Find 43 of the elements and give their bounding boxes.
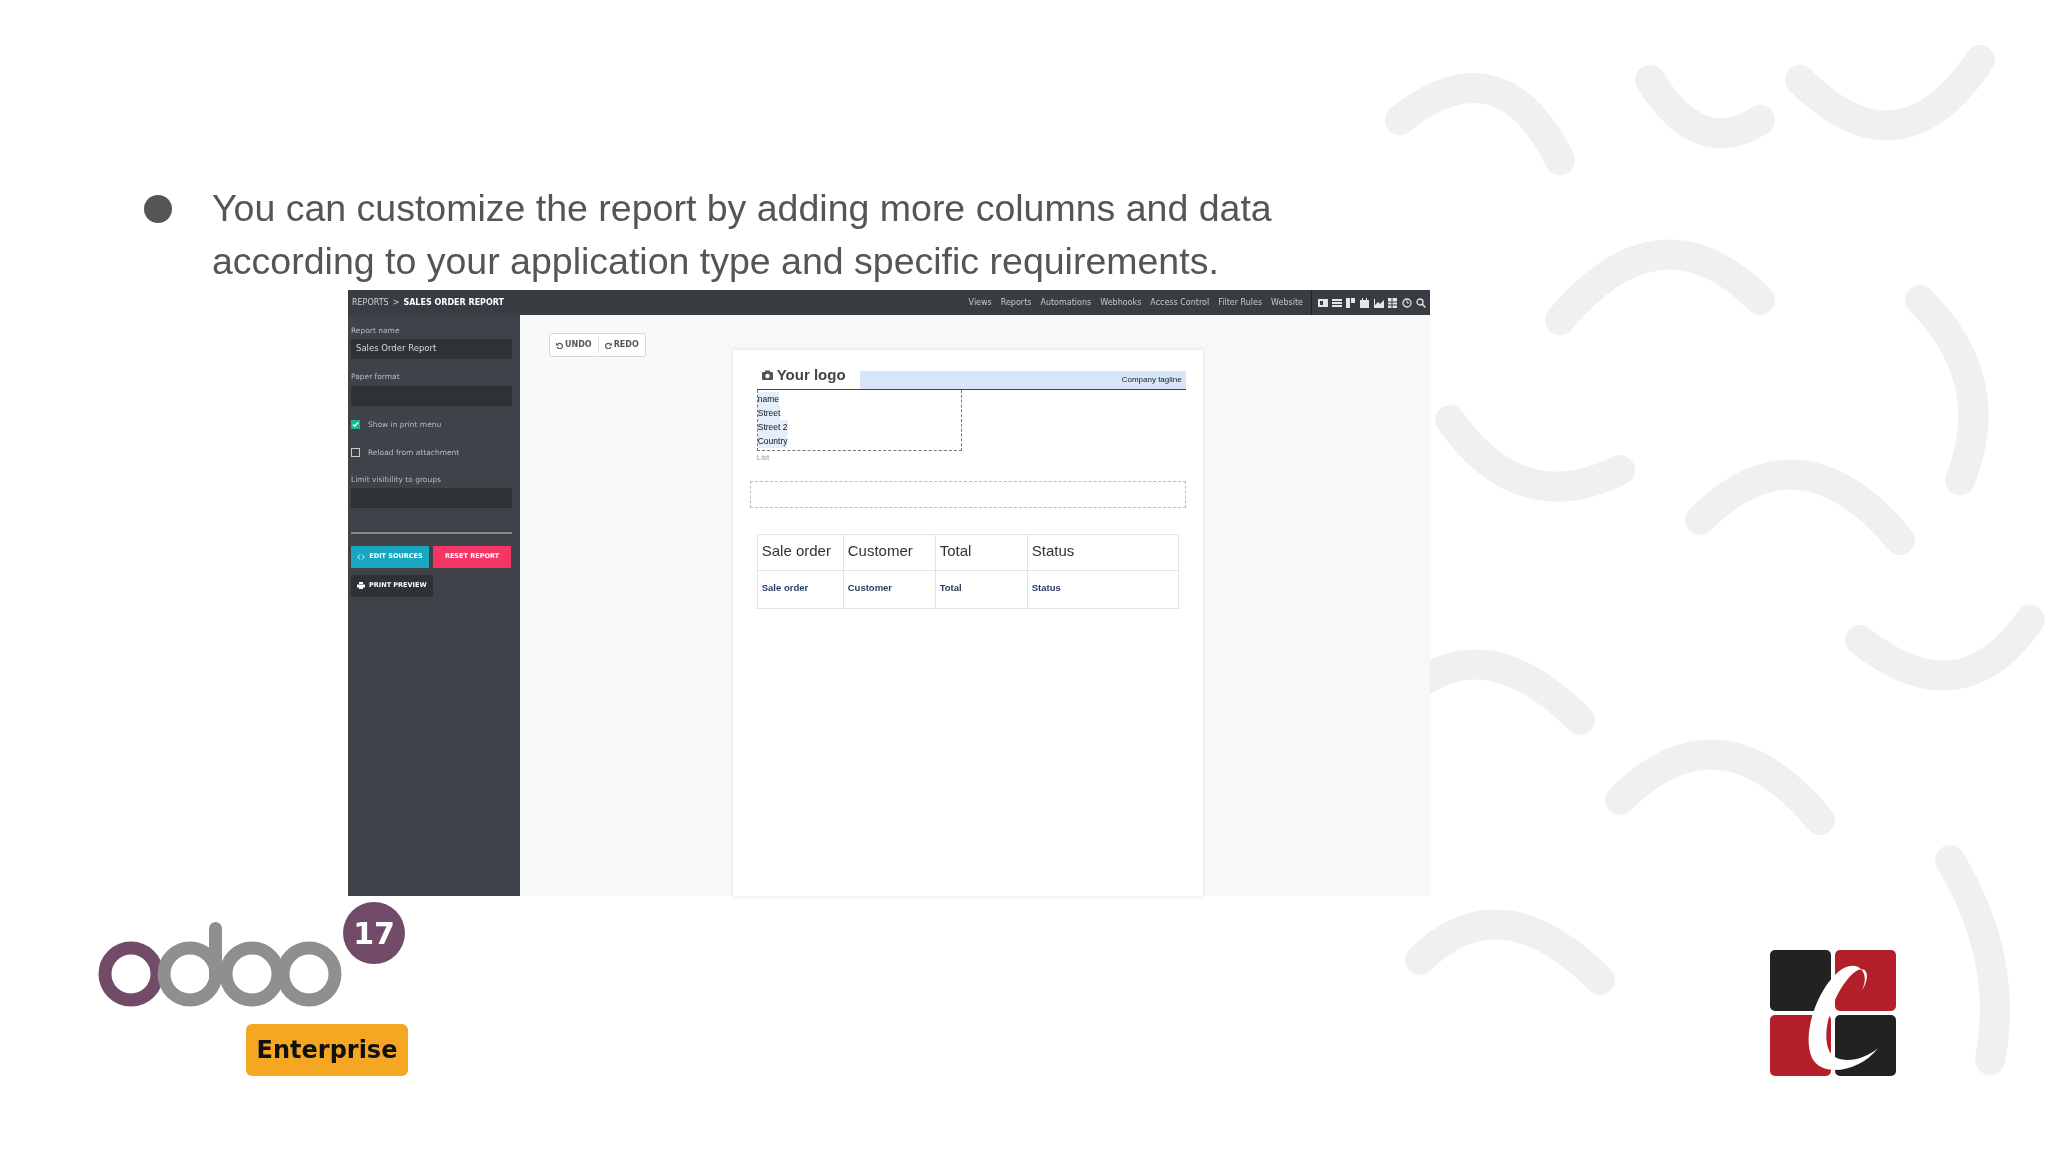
- menu-item[interactable]: Webhooks: [1100, 296, 1142, 309]
- redo-button[interactable]: REDO: [597, 337, 645, 353]
- edition-badge: Enterprise: [246, 1024, 408, 1076]
- table-cell: Total: [935, 570, 1028, 608]
- clock-icon[interactable]: [1402, 297, 1412, 308]
- menu-item[interactable]: Filter Rules: [1218, 296, 1263, 309]
- checkbox[interactable]: [351, 420, 360, 429]
- version-badge: 17: [343, 902, 405, 964]
- list-icon[interactable]: [1332, 297, 1342, 308]
- table-cell: Sale order: [757, 570, 844, 608]
- code-icon: [357, 553, 366, 560]
- company-tagline: Company tagline: [859, 370, 1186, 389]
- bullet-text: You can customize the report by adding more columns and data according to your application type and specific requirements.: [212, 186, 1273, 284]
- menu-item[interactable]: Website: [1271, 296, 1303, 309]
- search-icon[interactable]: [1416, 297, 1426, 308]
- undo-button[interactable]: UNDO: [550, 337, 598, 353]
- breadcrumb-current: SALES ORDER REPORT: [403, 296, 504, 309]
- printer-icon: [357, 582, 365, 590]
- column-header: Sale order: [757, 534, 844, 570]
- menu-item[interactable]: Access Control: [1150, 296, 1210, 309]
- menu-item[interactable]: Views: [968, 296, 992, 309]
- menu-item[interactable]: Reports: [1000, 296, 1032, 309]
- column-header: Status: [1027, 534, 1179, 570]
- breadcrumb-separator: >: [392, 296, 400, 309]
- chart-icon[interactable]: [1374, 297, 1384, 308]
- column-header: Customer: [843, 534, 936, 570]
- undo-icon: [556, 341, 563, 349]
- table-icon[interactable]: [1388, 297, 1398, 308]
- bullet-dot: [144, 195, 172, 223]
- kanban-icon[interactable]: [1346, 297, 1356, 308]
- logo-placeholder[interactable]: Your logo: [756, 364, 860, 389]
- column-header: Total: [935, 534, 1028, 570]
- table-cell: Status: [1027, 570, 1179, 608]
- form-icon[interactable]: [1318, 297, 1328, 308]
- camera-icon: [761, 370, 773, 381]
- calendar-icon[interactable]: [1360, 297, 1370, 308]
- breadcrumb-link[interactable]: REPORTS: [352, 296, 389, 309]
- redo-icon: [604, 341, 612, 349]
- table-cell: Customer: [843, 570, 936, 608]
- input-field[interactable]: Sales Order Report: [351, 339, 512, 360]
- list-caption: List: [756, 451, 771, 464]
- menu-item[interactable]: Automations: [1040, 296, 1092, 309]
- checkbox[interactable]: [351, 448, 360, 457]
